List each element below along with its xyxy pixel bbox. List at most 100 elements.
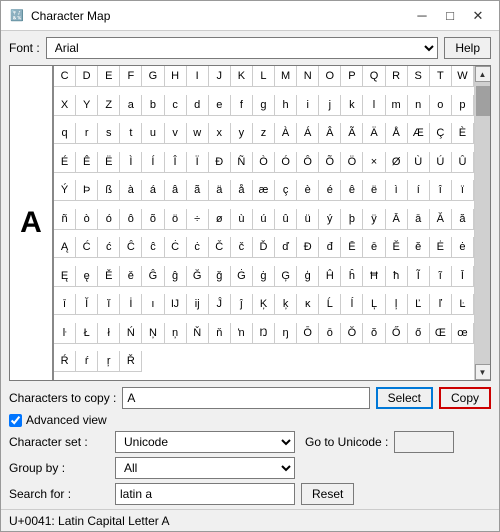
char-cell[interactable]: Ì (120, 152, 142, 173)
char-cell[interactable]: ġ (253, 266, 275, 287)
char-cell[interactable]: ğ (209, 266, 231, 287)
char-cell[interactable]: Ë (98, 152, 120, 173)
char-cell[interactable]: Ä (363, 123, 385, 144)
scrollbar-track[interactable] (475, 82, 491, 364)
char-cell[interactable]: þ (341, 209, 363, 230)
char-cell[interactable]: Ĺ (319, 294, 341, 315)
char-cell[interactable]: Ŏ (341, 323, 363, 344)
char-cell[interactable]: L (253, 66, 275, 87)
copy-input[interactable] (122, 387, 369, 409)
char-cell[interactable]: Â (319, 123, 341, 144)
char-cell[interactable]: ē (363, 237, 385, 258)
char-cell[interactable]: Ĝ (142, 266, 164, 287)
char-cell[interactable]: é (319, 180, 341, 201)
char-cell[interactable]: ë (363, 180, 385, 201)
advanced-view-label[interactable]: Advanced view (9, 413, 107, 427)
char-cell[interactable]: Ø (386, 152, 408, 173)
char-cell[interactable]: Ĕ (386, 237, 408, 258)
char-cell[interactable]: R (386, 66, 408, 87)
char-cell[interactable]: j (319, 95, 341, 116)
char-cell[interactable]: F (120, 66, 142, 87)
char-cell[interactable]: À (275, 123, 297, 144)
char-cell[interactable]: Î (165, 152, 187, 173)
char-cell[interactable]: ö (165, 209, 187, 230)
char-cell[interactable]: l (363, 95, 385, 116)
char-cell[interactable]: X (54, 95, 76, 116)
char-cell[interactable]: ø (209, 209, 231, 230)
search-input[interactable] (115, 483, 295, 505)
char-cell[interactable]: Ĩ (408, 266, 430, 287)
char-cell[interactable]: ċ (187, 237, 209, 258)
char-cell[interactable]: ě (120, 266, 142, 287)
char-cell[interactable]: Ŕ (54, 351, 76, 372)
char-cell[interactable]: ĸ (297, 294, 319, 315)
font-select[interactable]: Arial (46, 37, 439, 59)
char-cell[interactable]: Ç (430, 123, 452, 144)
char-cell[interactable]: ŉ (231, 323, 253, 344)
char-cell[interactable]: ő (408, 323, 430, 344)
char-cell[interactable]: Ŀ (452, 294, 474, 315)
char-cell[interactable]: Đ (297, 237, 319, 258)
char-cell[interactable]: ô (120, 209, 142, 230)
close-button[interactable]: ✕ (465, 5, 491, 27)
char-cell[interactable]: Á (297, 123, 319, 144)
char-cell[interactable]: Ô (297, 152, 319, 173)
char-cell[interactable]: ÷ (187, 209, 209, 230)
char-cell[interactable]: ŗ (98, 351, 120, 372)
maximize-button[interactable]: □ (437, 5, 463, 27)
char-cell[interactable]: â (165, 180, 187, 201)
char-cell[interactable]: ŀ (54, 323, 76, 344)
char-cell[interactable]: ķ (275, 294, 297, 315)
char-cell[interactable]: Ĥ (319, 266, 341, 287)
char-cell[interactable]: ı (142, 294, 164, 315)
char-cell[interactable]: ç (275, 180, 297, 201)
char-cell[interactable]: Č (209, 237, 231, 258)
char-cell[interactable]: ĵ (231, 294, 253, 315)
char-cell[interactable]: Ļ (363, 294, 385, 315)
char-cell[interactable]: I (187, 66, 209, 87)
char-cell[interactable]: ĳ (187, 294, 209, 315)
char-cell[interactable]: ú (253, 209, 275, 230)
char-cell[interactable]: Ħ (363, 266, 385, 287)
char-cell[interactable]: ľ (430, 294, 452, 315)
char-cell[interactable]: õ (142, 209, 164, 230)
char-cell[interactable]: ŏ (363, 323, 385, 344)
char-cell[interactable]: Ľ (408, 294, 430, 315)
char-cell[interactable]: Ő (386, 323, 408, 344)
scroll-up-arrow[interactable]: ▲ (475, 66, 491, 82)
char-cell[interactable]: ā (408, 209, 430, 230)
char-cell[interactable]: f (231, 95, 253, 116)
char-cell[interactable]: Ö (341, 152, 363, 173)
char-cell[interactable]: ù (231, 209, 253, 230)
char-cell[interactable]: Q (363, 66, 385, 87)
advanced-view-checkbox[interactable] (9, 414, 22, 427)
char-cell[interactable]: E (98, 66, 120, 87)
char-cell[interactable]: Ĭ (76, 294, 98, 315)
scroll-down-arrow[interactable]: ▼ (475, 364, 491, 380)
char-cell[interactable]: ß (98, 180, 120, 201)
char-cell[interactable]: ý (319, 209, 341, 230)
char-cell[interactable]: î (430, 180, 452, 201)
char-cell[interactable]: ň (209, 323, 231, 344)
char-cell[interactable]: e (209, 95, 231, 116)
scrollbar-thumb[interactable] (476, 86, 490, 116)
copy-button[interactable]: Copy (439, 387, 491, 409)
char-cell[interactable]: q (54, 123, 76, 144)
char-cell[interactable]: Æ (408, 123, 430, 144)
char-cell[interactable]: ì (386, 180, 408, 201)
char-cell[interactable]: N (297, 66, 319, 87)
char-cell[interactable]: č (231, 237, 253, 258)
char-cell[interactable]: å (231, 180, 253, 201)
char-cell[interactable]: W (452, 66, 474, 87)
char-cell[interactable]: É (54, 152, 76, 173)
char-cell[interactable]: è (297, 180, 319, 201)
char-cell[interactable]: ć (98, 237, 120, 258)
char-cell[interactable]: ñ (54, 209, 76, 230)
char-cell[interactable]: t (120, 123, 142, 144)
char-cell[interactable]: ĺ (341, 294, 363, 315)
selected-char-big[interactable]: A (10, 66, 54, 380)
reset-button[interactable]: Reset (301, 483, 354, 505)
char-cell[interactable]: Ð (209, 152, 231, 173)
char-cell[interactable]: Ņ (142, 323, 164, 344)
char-cell[interactable]: ÿ (363, 209, 385, 230)
